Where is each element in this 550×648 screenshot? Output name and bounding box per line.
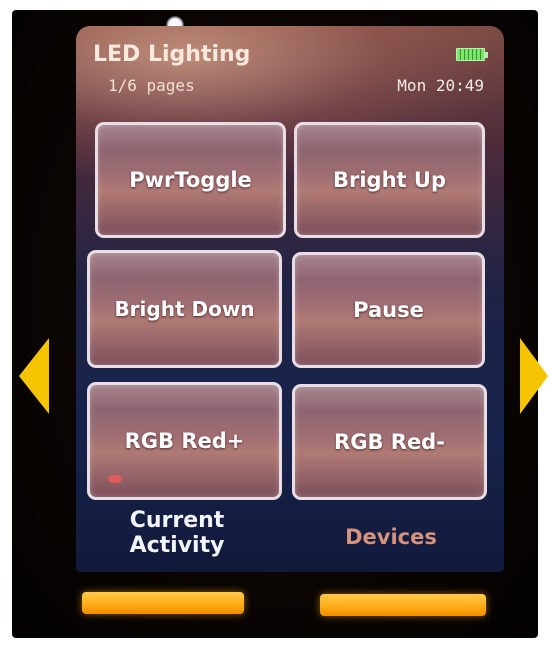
battery-full-icon: [456, 48, 488, 61]
page-indicator: 1/6 pages: [108, 76, 195, 95]
softkey-current-activity[interactable]: Current Activity: [112, 508, 242, 558]
bright-up-button[interactable]: Bright Up: [294, 122, 485, 238]
page-title: LED Lighting: [93, 42, 251, 67]
pwr-toggle-button[interactable]: PwrToggle: [95, 122, 286, 238]
softkey-devices[interactable]: Devices: [326, 525, 456, 549]
arrow-right-icon[interactable]: [520, 338, 548, 414]
rgb-red-plus-button[interactable]: RGB Red+: [87, 382, 282, 500]
clock: Mon 20:49: [397, 76, 484, 95]
hardware-softkey-right[interactable]: [320, 594, 486, 616]
rgb-red-plus-label: RGB Red+: [124, 429, 245, 453]
rgb-red-minus-button[interactable]: RGB Red-: [292, 384, 487, 500]
bright-down-button[interactable]: Bright Down: [87, 250, 282, 368]
pause-button[interactable]: Pause: [292, 252, 485, 368]
glare-spot: [108, 475, 122, 483]
arrow-left-icon[interactable]: [19, 338, 49, 414]
remote-screen: LED Lighting 1/6 pages Mon 20:49 PwrTogg…: [76, 26, 504, 572]
hardware-softkey-left[interactable]: [82, 592, 244, 614]
